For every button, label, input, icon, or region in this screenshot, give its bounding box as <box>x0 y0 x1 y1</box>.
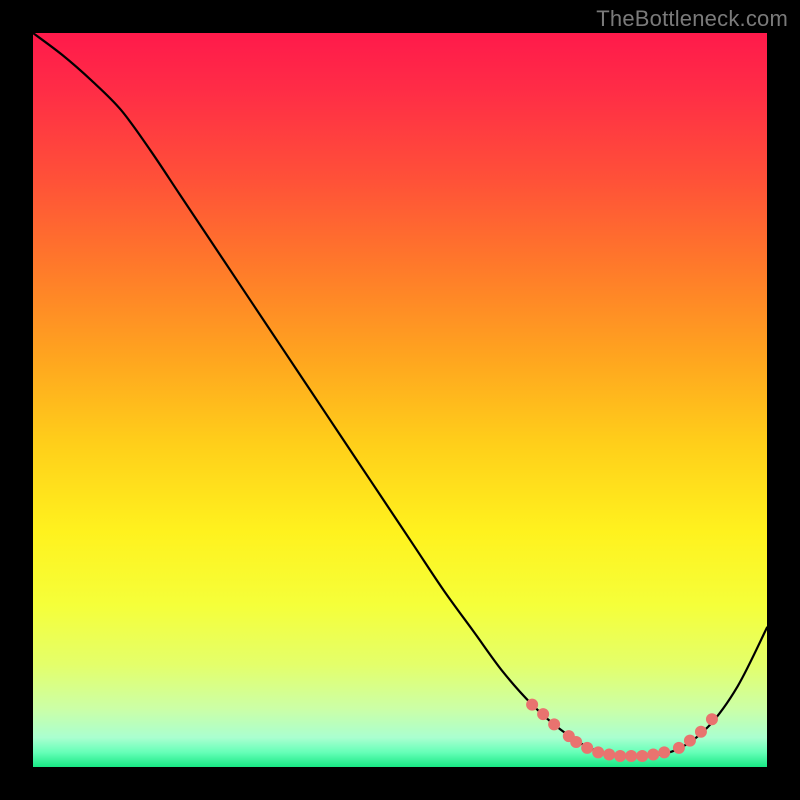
chart-stage: TheBottleneck.com <box>0 0 800 800</box>
curve-marker <box>636 750 648 762</box>
curve-marker <box>695 726 707 738</box>
bottleneck-curve <box>33 33 767 757</box>
curve-marker <box>684 735 696 747</box>
curve-marker <box>526 699 538 711</box>
curve-marker <box>706 713 718 725</box>
curve-marker <box>548 718 560 730</box>
marker-group <box>526 699 718 762</box>
curve-marker <box>592 746 604 758</box>
curve-layer <box>33 33 767 767</box>
watermark-text: TheBottleneck.com <box>596 6 788 32</box>
curve-marker <box>614 750 626 762</box>
curve-marker <box>658 746 670 758</box>
curve-marker <box>673 742 685 754</box>
curve-marker <box>603 749 615 761</box>
curve-marker <box>625 750 637 762</box>
plot-area <box>33 33 767 767</box>
curve-marker <box>537 708 549 720</box>
curve-marker <box>581 742 593 754</box>
curve-marker <box>647 749 659 761</box>
curve-marker <box>570 736 582 748</box>
